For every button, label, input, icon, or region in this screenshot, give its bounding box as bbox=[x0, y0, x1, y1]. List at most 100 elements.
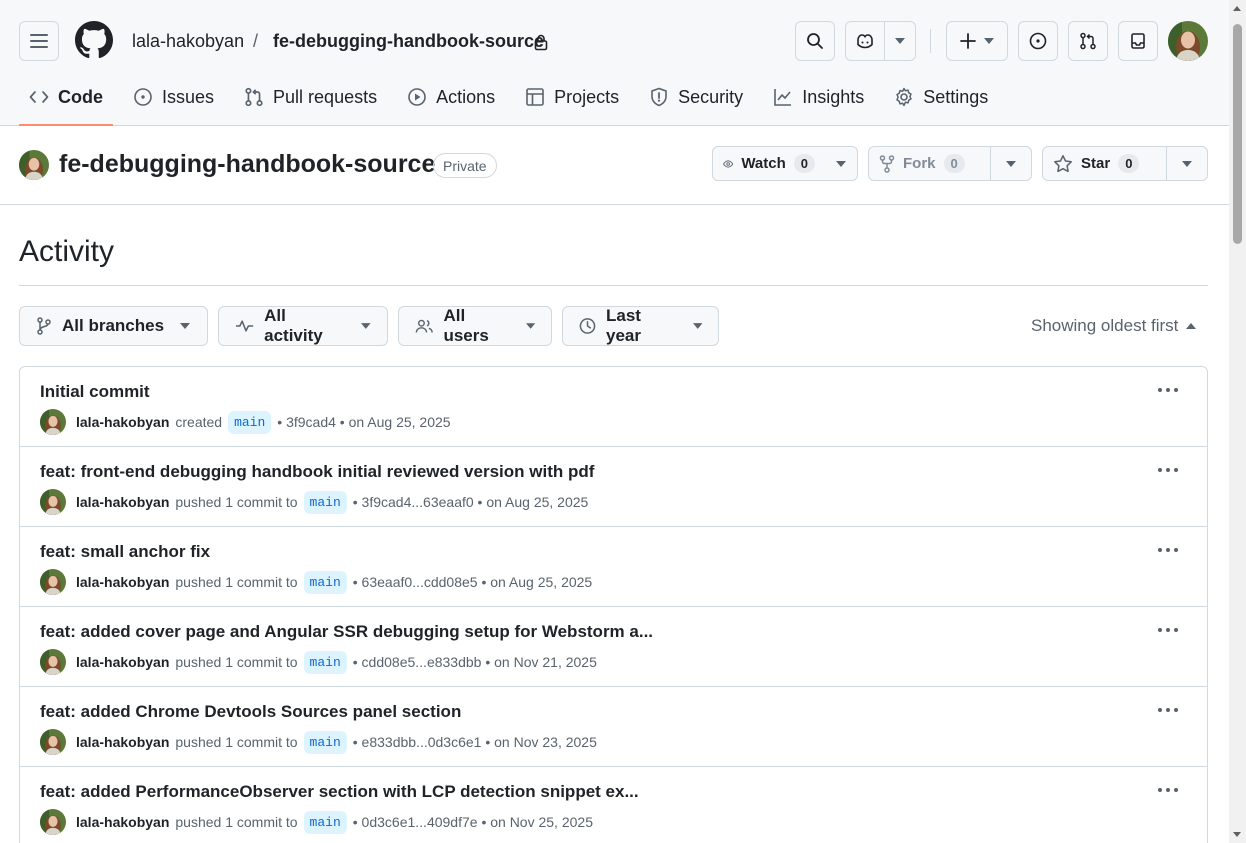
star-count: 0 bbox=[1118, 154, 1140, 173]
activity-type-filter-button[interactable]: All activity bbox=[218, 306, 388, 346]
activity-user-link[interactable]: lala-hakobyan bbox=[76, 494, 169, 510]
notifications-button[interactable] bbox=[1118, 21, 1158, 61]
create-new-button[interactable] bbox=[946, 21, 1008, 61]
triangle-down-icon bbox=[836, 160, 846, 167]
user-avatar[interactable] bbox=[1168, 21, 1208, 61]
branch-chip[interactable]: main bbox=[303, 650, 347, 674]
activity-user-link[interactable]: lala-hakobyan bbox=[76, 734, 169, 750]
copilot-dropdown-button[interactable] bbox=[885, 22, 915, 60]
activity-user-link[interactable]: lala-hakobyan bbox=[76, 654, 169, 670]
activity-item-title[interactable]: Initial commit bbox=[40, 382, 150, 402]
activity-ref[interactable]: • 0d3c6e1...409df7e • on Nov 25, 2025 bbox=[353, 814, 593, 830]
gear-icon bbox=[896, 87, 912, 107]
avatar[interactable] bbox=[40, 569, 66, 595]
triangle-down-icon bbox=[692, 323, 702, 329]
avatar[interactable] bbox=[40, 729, 66, 755]
activity-item-title[interactable]: feat: small anchor fix bbox=[40, 542, 210, 562]
repo-title-bar: fe-debugging-handbook-source Private Wat… bbox=[0, 126, 1229, 205]
plus-icon bbox=[960, 33, 976, 49]
search-button[interactable] bbox=[795, 21, 835, 61]
scroll-down-arrow-icon[interactable] bbox=[1233, 832, 1241, 837]
menu-button[interactable] bbox=[19, 21, 59, 61]
activity-item-title[interactable]: feat: front-end debugging handbook initi… bbox=[40, 462, 594, 482]
watch-count: 0 bbox=[793, 154, 815, 173]
activity-action: pushed 1 commit to bbox=[175, 654, 298, 670]
activity-item-title[interactable]: feat: added PerformanceObserver section … bbox=[40, 782, 639, 802]
fork-button[interactable]: Fork 0 bbox=[869, 147, 992, 180]
watch-dropdown-button[interactable] bbox=[825, 147, 857, 180]
filter-label: All activity bbox=[264, 306, 323, 345]
activity-user-link[interactable]: lala-hakobyan bbox=[76, 414, 169, 430]
tab-security[interactable]: Security bbox=[639, 78, 753, 116]
activity-item-meta: lala-hakobyan pushed 1 commit to main • … bbox=[40, 569, 592, 595]
branch-chip[interactable]: main bbox=[228, 410, 272, 434]
avatar[interactable] bbox=[40, 809, 66, 835]
scrollbar-thumb[interactable] bbox=[1233, 24, 1242, 244]
activity-ref[interactable]: • cdd08e5...e833dbb • on Nov 21, 2025 bbox=[353, 654, 597, 670]
copilot-button-group bbox=[845, 21, 916, 61]
breadcrumb-owner-link[interactable]: lala-hakobyan bbox=[132, 31, 244, 52]
activity-user-link[interactable]: lala-hakobyan bbox=[76, 814, 169, 830]
star-dropdown-button[interactable] bbox=[1167, 147, 1207, 180]
filter-label: All branches bbox=[62, 316, 165, 335]
kebab-horizontal-icon[interactable] bbox=[1157, 387, 1179, 393]
scroll-up-arrow-icon[interactable] bbox=[1233, 6, 1241, 11]
branch-chip[interactable]: main bbox=[303, 730, 347, 754]
tab-insights[interactable]: Insights bbox=[763, 78, 874, 116]
kebab-horizontal-icon[interactable] bbox=[1157, 467, 1179, 473]
tab-label: Pull requests bbox=[273, 86, 378, 107]
search-icon bbox=[807, 33, 823, 49]
github-logo-icon[interactable] bbox=[75, 21, 113, 59]
triangle-down-icon bbox=[361, 323, 371, 329]
activity-item-meta: lala-hakobyan pushed 1 commit to main • … bbox=[40, 649, 597, 675]
repo-owner-avatar[interactable] bbox=[19, 150, 49, 180]
tab-pull-requests[interactable]: Pull requests bbox=[234, 78, 387, 116]
repo-title[interactable]: fe-debugging-handbook-source bbox=[59, 150, 435, 179]
watch-button[interactable]: Watch 0 bbox=[713, 147, 825, 180]
fork-button-group: Fork 0 bbox=[868, 146, 1032, 181]
your-pull-requests-button[interactable] bbox=[1068, 21, 1108, 61]
activity-item: feat: added cover page and Angular SSR d… bbox=[20, 607, 1207, 687]
avatar[interactable] bbox=[40, 489, 66, 515]
breadcrumb-repo-link[interactable]: fe-debugging-handbook-source bbox=[273, 31, 544, 52]
time-period-filter-button[interactable]: Last year bbox=[562, 306, 719, 346]
activity-ref[interactable]: • 63eaaf0...cdd08e5 • on Aug 25, 2025 bbox=[353, 574, 592, 590]
activity-item-meta: lala-hakobyan created main • 3f9cad4 • o… bbox=[40, 409, 451, 435]
activity-ref[interactable]: • 3f9cad4...63eaaf0 • on Aug 25, 2025 bbox=[353, 494, 589, 510]
kebab-horizontal-icon[interactable] bbox=[1157, 627, 1179, 633]
triangle-down-icon bbox=[525, 323, 535, 329]
kebab-horizontal-icon[interactable] bbox=[1157, 707, 1179, 713]
people-icon bbox=[415, 319, 433, 333]
avatar[interactable] bbox=[40, 649, 66, 675]
page-scrollbar[interactable] bbox=[1229, 0, 1246, 843]
activity-user-link[interactable]: lala-hakobyan bbox=[76, 574, 169, 590]
activity-item-meta: lala-hakobyan pushed 1 commit to main • … bbox=[40, 729, 597, 755]
branch-chip[interactable]: main bbox=[303, 570, 347, 594]
activity-item-title[interactable]: feat: added cover page and Angular SSR d… bbox=[40, 622, 653, 642]
branches-filter-button[interactable]: All branches bbox=[19, 306, 208, 346]
kebab-horizontal-icon[interactable] bbox=[1157, 547, 1179, 553]
tab-code[interactable]: Code bbox=[19, 78, 113, 126]
tab-label: Actions bbox=[436, 86, 496, 107]
star-button[interactable]: Star 0 bbox=[1043, 147, 1168, 180]
avatar-image bbox=[40, 809, 66, 835]
branch-chip[interactable]: main bbox=[303, 490, 347, 514]
branch-chip[interactable]: main bbox=[303, 810, 347, 834]
activity-ref[interactable]: • e833dbb...0d3c6e1 • on Nov 23, 2025 bbox=[353, 734, 597, 750]
activity-ref[interactable]: • 3f9cad4 • on Aug 25, 2025 bbox=[277, 414, 450, 430]
tab-actions[interactable]: Actions bbox=[397, 78, 505, 116]
your-issues-button[interactable] bbox=[1018, 21, 1058, 61]
fork-dropdown-button[interactable] bbox=[991, 147, 1031, 180]
copilot-button[interactable] bbox=[846, 22, 886, 60]
activity-action: pushed 1 commit to bbox=[175, 494, 298, 510]
kebab-horizontal-icon[interactable] bbox=[1157, 787, 1179, 793]
avatar[interactable] bbox=[40, 409, 66, 435]
tab-settings[interactable]: Settings bbox=[884, 78, 998, 116]
title-divider bbox=[19, 285, 1208, 286]
activity-item-title[interactable]: feat: added Chrome Devtools Sources pane… bbox=[40, 702, 461, 722]
tab-projects[interactable]: Projects bbox=[515, 78, 629, 116]
users-filter-button[interactable]: All users bbox=[398, 306, 552, 346]
sort-order-toggle[interactable]: Showing oldest first bbox=[1031, 316, 1197, 336]
avatar-image bbox=[40, 569, 66, 595]
tab-issues[interactable]: Issues bbox=[123, 78, 224, 116]
